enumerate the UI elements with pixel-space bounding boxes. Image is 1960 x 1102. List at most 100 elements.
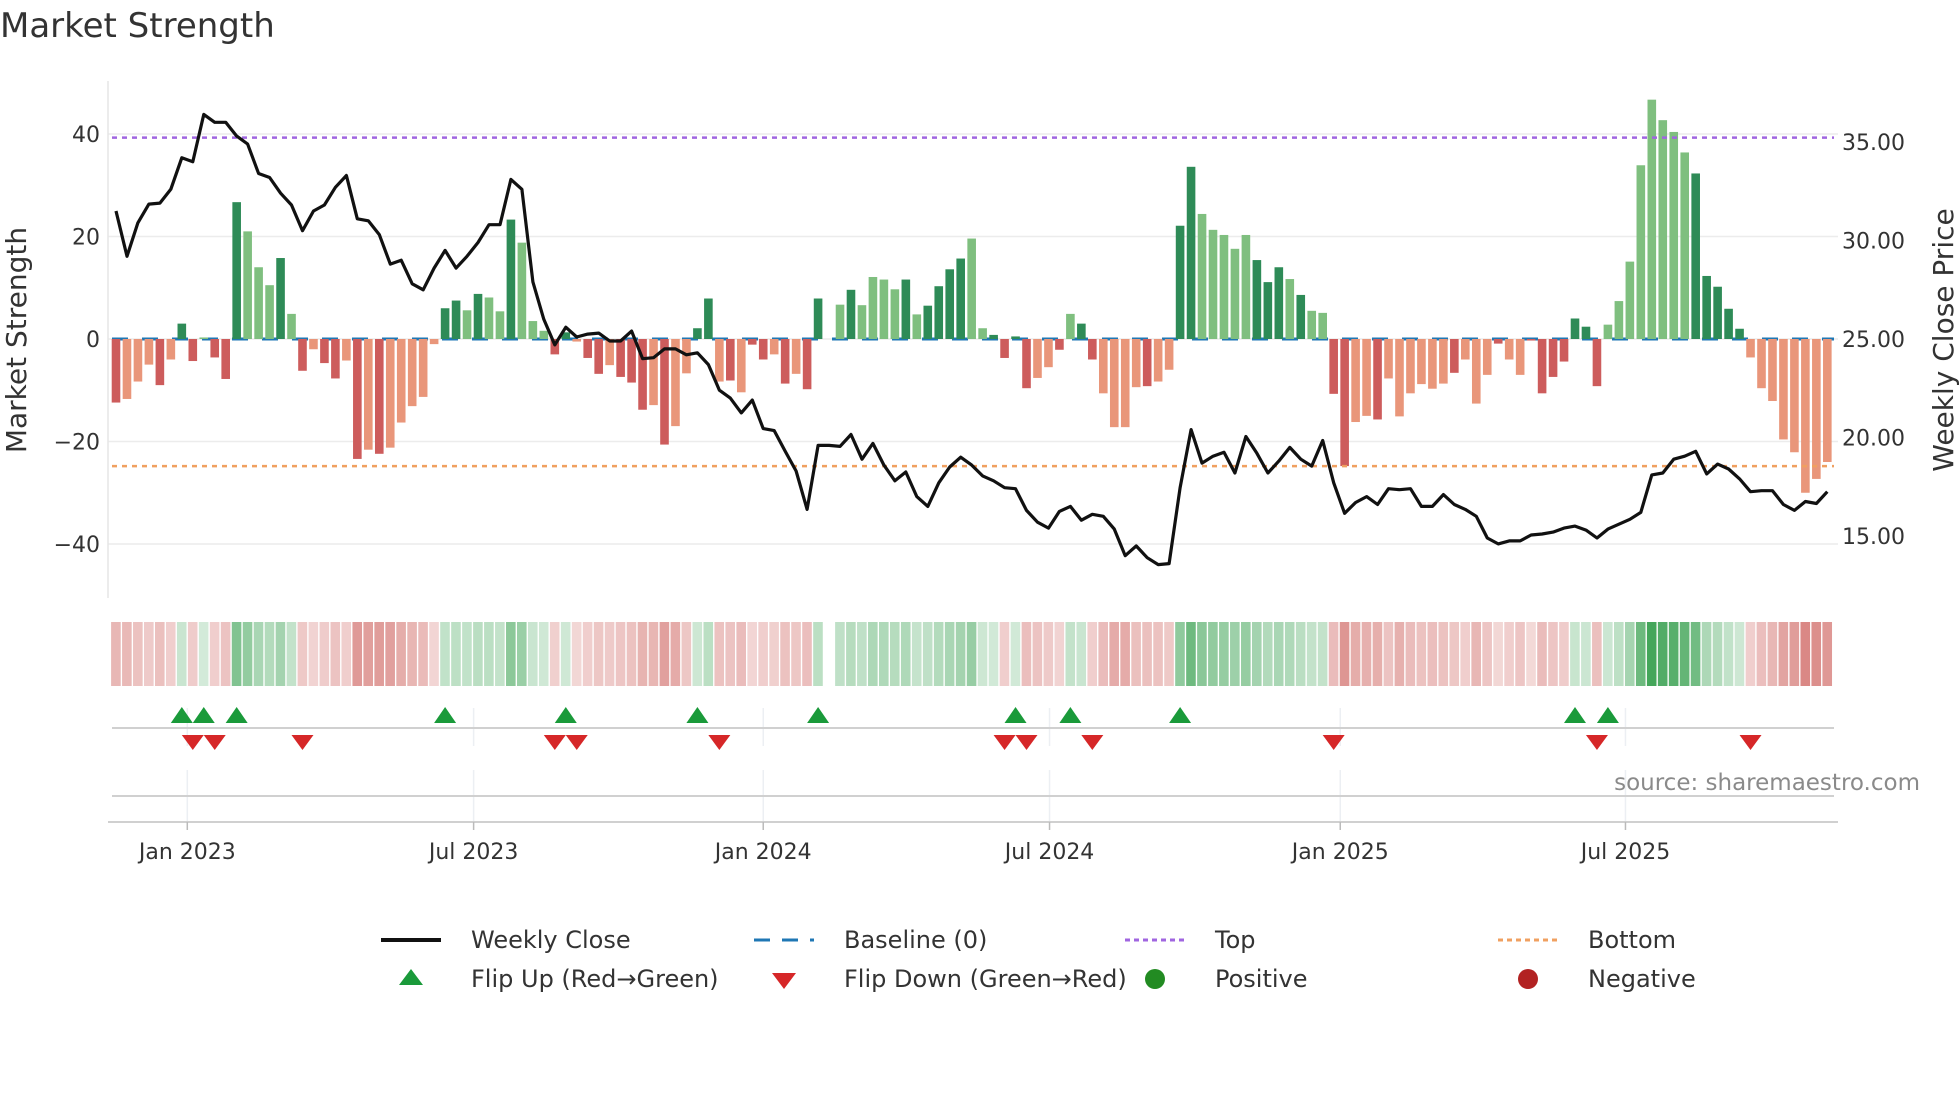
strip-cell <box>133 622 143 686</box>
strength-bar <box>254 267 263 339</box>
strip-cell <box>1186 622 1196 686</box>
strength-bar <box>1263 282 1273 339</box>
strip-cell <box>1284 622 1295 686</box>
strip-cell <box>1065 622 1076 686</box>
strength-heat-strip <box>111 622 1833 686</box>
strip-cell <box>264 622 275 686</box>
strip-cell <box>1745 622 1756 686</box>
strip-cell <box>659 622 670 686</box>
strip-cell <box>1701 622 1712 686</box>
strength-bar <box>1691 173 1700 339</box>
strip-cell <box>374 622 384 686</box>
strength-bar <box>495 311 505 339</box>
strip-cell <box>780 622 790 686</box>
strength-bar <box>144 339 154 365</box>
strength-bar <box>1636 165 1646 339</box>
x-tick-label: Jan 2024 <box>713 840 812 865</box>
strength-bar <box>166 339 176 360</box>
strength-bar <box>396 339 406 423</box>
legend-weekly-close[interactable]: Weekly Close <box>381 925 631 955</box>
legend-flip-down[interactable]: Flip Down (Green→Red) <box>754 964 1127 994</box>
solid-line-icon <box>381 938 441 942</box>
legend-bottom[interactable]: Bottom <box>1498 925 1676 955</box>
strip-cell <box>154 622 165 686</box>
strip-cell <box>1624 622 1635 686</box>
strength-bar <box>1790 339 1799 453</box>
flip-down-marker <box>543 735 566 750</box>
strength-bar <box>243 231 252 339</box>
strip-cell <box>1822 622 1833 686</box>
strip-cell <box>1778 622 1789 686</box>
strip-cell <box>1460 622 1471 686</box>
strip-cell <box>615 622 626 686</box>
flip-down-marker <box>1081 735 1104 750</box>
strength-bar <box>1362 339 1371 416</box>
strength-bar <box>835 304 845 339</box>
legend-positive[interactable]: Positive <box>1125 964 1308 994</box>
strength-bar <box>232 202 241 339</box>
strip-cell <box>637 622 648 686</box>
strip-cell <box>999 622 1010 686</box>
strength-bar <box>1581 326 1591 339</box>
y-axis-title: Market Strength <box>0 227 33 453</box>
strength-bar <box>1757 339 1766 389</box>
strength-bar <box>747 339 757 345</box>
strength-bar <box>287 313 296 339</box>
strip-cell <box>1416 622 1427 686</box>
strip-cell <box>385 622 395 686</box>
strength-bar <box>923 305 933 339</box>
strip-cell <box>176 622 187 686</box>
strip-cell <box>977 622 988 686</box>
strength-bar <box>1175 225 1185 339</box>
strength-bar <box>1450 339 1459 373</box>
legend-flip-up[interactable]: Flip Up (Red→Green) <box>381 964 719 994</box>
strength-bar <box>1537 339 1547 394</box>
flip-down-marker <box>1739 735 1762 750</box>
x-tick-label: Jul 2024 <box>1003 840 1095 865</box>
flip-up-marker <box>192 707 215 723</box>
strength-bar <box>726 339 735 381</box>
strip-cell <box>1789 622 1800 686</box>
strength-bar <box>364 339 373 450</box>
strip-cell <box>1175 622 1185 686</box>
strength-bar <box>802 339 812 390</box>
strength-bar <box>1318 312 1327 339</box>
strength-bar <box>1504 339 1514 360</box>
strip-cell <box>341 622 352 686</box>
y2-tick-label: 15.00 <box>1842 525 1905 550</box>
legend-label: Bottom <box>1588 926 1677 954</box>
strip-cell <box>275 622 286 686</box>
strength-bar <box>1384 339 1393 379</box>
flip-up-marker <box>1564 707 1587 723</box>
y-tick-label: −20 <box>54 431 100 456</box>
strip-cell <box>165 622 176 686</box>
dashed-line-icon <box>754 938 814 942</box>
legend-top[interactable]: Top <box>1125 925 1256 955</box>
strip-cell <box>1076 622 1087 686</box>
strength-bar <box>1142 339 1152 387</box>
strength-bar <box>1482 339 1492 375</box>
strip-cell <box>1087 622 1098 686</box>
strength-bar <box>133 339 143 382</box>
legend-baseline[interactable]: Baseline (0) <box>754 925 987 955</box>
strip-cell <box>1230 622 1240 686</box>
strength-bar <box>451 300 461 339</box>
strength-bar <box>1735 328 1744 339</box>
x-tick-label: Jan 2023 <box>137 840 236 865</box>
flip-up-marker <box>434 707 457 723</box>
strength-bar <box>1296 294 1306 339</box>
strip-cell <box>253 622 264 686</box>
flip-up-marker <box>554 707 577 723</box>
legend-negative[interactable]: Negative <box>1498 964 1696 994</box>
strip-cell <box>1043 622 1054 686</box>
strip-cell <box>484 622 494 686</box>
strength-bar <box>385 339 395 448</box>
strength-bar <box>649 339 658 406</box>
y-tick-label: −40 <box>54 533 100 558</box>
strip-cell <box>319 622 330 686</box>
strength-bar <box>1044 339 1053 368</box>
strength-bar <box>188 339 198 362</box>
strength-bar <box>1823 339 1832 462</box>
strength-bar <box>846 289 856 339</box>
flip-down-marker <box>993 735 1016 750</box>
